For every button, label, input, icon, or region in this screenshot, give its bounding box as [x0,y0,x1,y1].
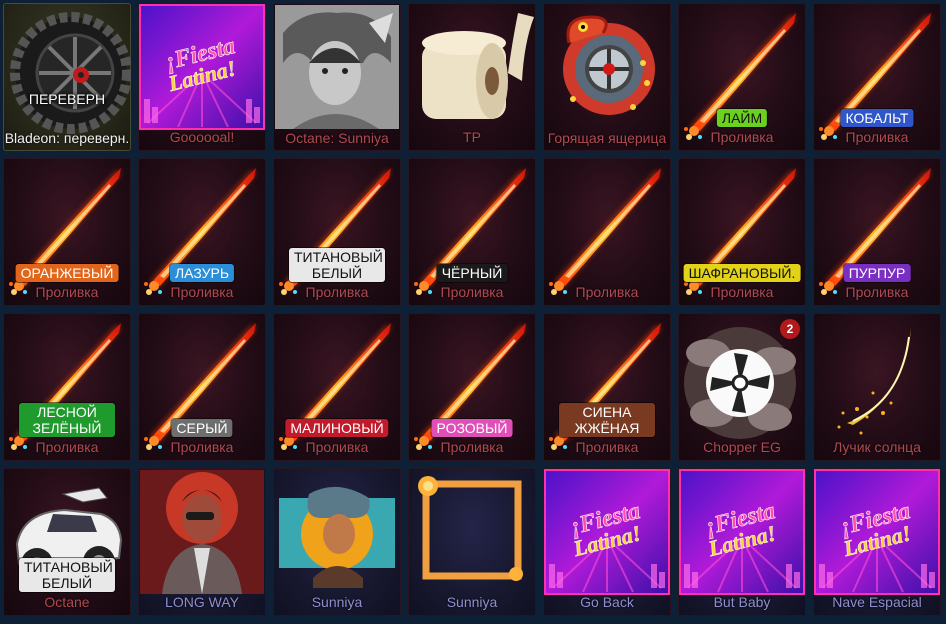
inventory-tile[interactable]: 2 Chopper EG [678,313,806,461]
item-name: Проливка [575,284,639,300]
inventory-tile[interactable]: ЛЕСНОЙ ЗЕЛЁНЫЙ Проливка [3,313,131,461]
paint-badge: СЕРЫЙ [171,419,233,437]
item-name: LONG WAY [165,594,239,610]
paint-badge: ЧЁРНЫЙ [436,264,508,282]
item-name: Go Back [580,594,634,610]
item-name: Sunniya [311,594,363,610]
paint-badge: ПУРПУР [843,264,911,282]
item-name: Проливка [710,284,774,300]
item-name: Chopper EG [703,439,781,455]
inventory-tile[interactable]: Лучик солнца [813,313,941,461]
inventory-tile[interactable]: ПУРПУР Проливка [813,158,941,306]
item-image [273,3,401,151]
item-image [3,3,131,151]
inventory-tile[interactable]: ОРАНЖЕВЫЙ Проливка [3,158,131,306]
inventory-tile[interactable]: ЧЁРНЫЙ Проливка [408,158,536,306]
paint-badge: ТИТАНОВЫЙ БЕЛЫЙ [289,248,385,282]
paint-badge: КОБАЛЬТ [840,109,914,127]
item-name: Проливка [440,439,504,455]
inventory-tile[interactable]: КОБАЛЬТ Проливка [813,3,941,151]
item-name: Nave Espacial [832,594,922,610]
paint-badge: СИЕНА ЖЖЁНАЯ [559,403,655,437]
paint-badge: ТИТАНОВЫЙ БЕЛЫЙ [19,558,115,592]
item-name: Sunniya [446,594,498,610]
item-overlay-label: ПЕРЕВЕРН [28,91,106,107]
inventory-tile[interactable]: ¡Fiesta Latina! But Baby [678,468,806,616]
inventory-tile[interactable]: ТИТАНОВЫЙ БЕЛЫЙ Проливка [273,158,401,306]
item-image [543,3,671,151]
item-name: Проливка [845,284,909,300]
inventory-tile[interactable]: Проливка [543,158,671,306]
item-name: Проливка [35,439,99,455]
inventory-tile[interactable]: ШАФРАНОВЫЙ. Проливка [678,158,806,306]
inventory-tile[interactable]: РОЗОВЫЙ Проливка [408,313,536,461]
item-name: TP [463,129,481,145]
item-name: But Baby [713,594,771,610]
inventory-tile[interactable]: LONG WAY [138,468,266,616]
item-name: Проливка [305,439,369,455]
item-name: Проливка [575,439,639,455]
inventory-tile[interactable]: ЛАЗУРЬ Проливка [138,158,266,306]
inventory-tile[interactable]: ПЕРЕВЕРН Bladeon: переверн. [3,3,131,151]
inventory-tile[interactable]: СИЕНА ЖЖЁНАЯ Проливка [543,313,671,461]
item-name: Проливка [845,129,909,145]
item-name: Проливка [710,129,774,145]
inventory-tile[interactable]: ¡Fiesta Latina! Go Back [543,468,671,616]
inventory-tile[interactable]: ¡Fiesta Latina! Nave Espacial [813,468,941,616]
inventory-tile[interactable]: Sunniya [408,468,536,616]
item-name: Octane: Sunniya [285,130,389,146]
paint-badge: ЛАЙМ [716,109,768,127]
paint-badge: ШАФРАНОВЫЙ. [683,264,801,282]
inventory-tile[interactable]: ЛАЙМ Проливка [678,3,806,151]
item-name: Octane [44,594,90,610]
inventory-grid: ПЕРЕВЕРН Bladeon: переверн. ¡Fiesta Lati… [3,3,941,616]
paint-badge: МАЛИНОВЫЙ [285,419,389,437]
item-name: Горящая ящерица [547,130,667,146]
inventory-tile[interactable]: Octane: Sunniya [273,3,401,151]
item-name: Проливка [170,284,234,300]
item-name: Проливка [170,439,234,455]
paint-badge: ОРАНЖЕВЫЙ [15,264,119,282]
paint-badge: РОЗОВЫЙ [431,419,513,437]
inventory-tile[interactable]: TP [408,3,536,151]
inventory-tile[interactable]: СЕРЫЙ Проливка [138,313,266,461]
item-name: Goooooal! [169,129,235,145]
item-name: Проливка [35,284,99,300]
inventory-tile[interactable]: МАЛИНОВЫЙ Проливка [273,313,401,461]
item-name: Проливка [305,284,369,300]
inventory-tile[interactable]: ТИТАНОВЫЙ БЕЛЫЙ Octane [3,468,131,616]
item-count-badge: 2 [780,319,800,339]
paint-badge: ЛЕСНОЙ ЗЕЛЁНЫЙ [19,403,115,437]
item-name: Проливка [440,284,504,300]
inventory-tile[interactable]: Горящая ящерица [543,3,671,151]
item-name: Лучик солнца [833,439,921,455]
paint-badge: ЛАЗУРЬ [169,264,235,282]
inventory-tile[interactable]: ¡Fiesta Latina! Goooooal! [138,3,266,151]
item-name: Bladeon: переверн. [4,130,130,146]
inventory-tile[interactable]: Sunniya [273,468,401,616]
